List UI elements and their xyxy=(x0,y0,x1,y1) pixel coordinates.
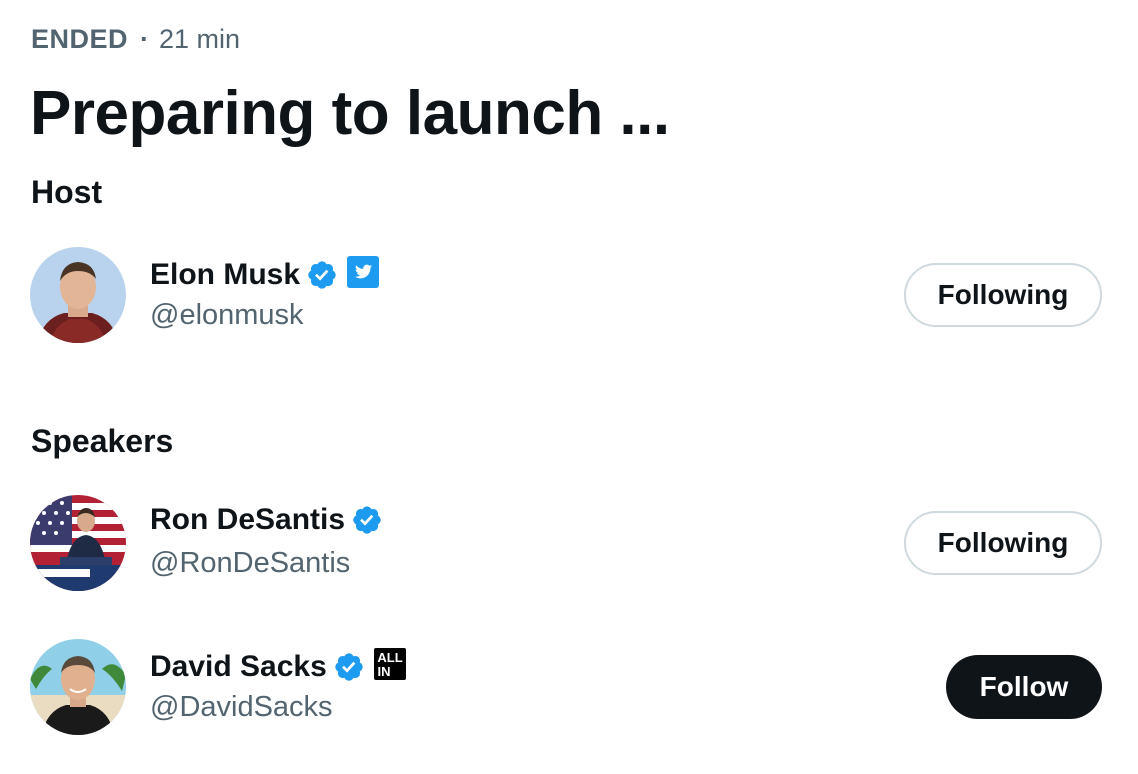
avatar-elon-musk[interactable] xyxy=(30,247,126,343)
svg-text:ALL: ALL xyxy=(377,650,402,665)
space-title: Preparing to launch ... xyxy=(30,79,670,148)
speaker-display-name[interactable]: David Sacks xyxy=(150,650,327,684)
all-in-badge-icon: ALL IN xyxy=(373,647,407,686)
speaker-name-line: Ron DeSantis xyxy=(150,503,383,537)
space-duration: 21 min xyxy=(159,24,241,54)
speaker-handle[interactable]: @RonDeSantis xyxy=(150,547,350,580)
speaker-row: Ron DeSantis @RonDeSantis Following xyxy=(30,495,1102,591)
status-separator: · xyxy=(140,24,150,54)
host-handle[interactable]: @elonmusk xyxy=(150,299,304,332)
host-heading: Host xyxy=(31,174,103,210)
avatar-david-sacks[interactable] xyxy=(30,639,126,735)
host-row: Elon Musk @elonmusk Following xyxy=(30,247,1102,343)
verified-badge-icon xyxy=(306,259,338,291)
speaker-row: David Sacks ALL IN @DavidSacks Follow xyxy=(30,639,1102,735)
svg-text:IN: IN xyxy=(377,664,390,679)
speaker-handle[interactable]: @DavidSacks xyxy=(150,691,333,724)
host-following-button[interactable]: Following xyxy=(904,263,1102,327)
space-status-line: ENDED · 21 min xyxy=(31,24,240,55)
avatar-ron-desantis[interactable] xyxy=(30,495,126,591)
host-display-name[interactable]: Elon Musk xyxy=(150,258,300,292)
speaker-follow-button[interactable]: Follow xyxy=(946,655,1102,719)
speaker-display-name[interactable]: Ron DeSantis xyxy=(150,503,345,537)
host-name-line: Elon Musk xyxy=(150,255,380,294)
verified-badge-icon xyxy=(351,504,383,536)
twitter-bird-icon xyxy=(346,255,380,294)
speaker-name-line: David Sacks ALL IN xyxy=(150,647,407,686)
speakers-heading: Speakers xyxy=(31,423,174,459)
verified-badge-icon xyxy=(333,651,365,683)
space-status: ENDED xyxy=(31,24,129,54)
speaker-following-button[interactable]: Following xyxy=(904,511,1102,575)
